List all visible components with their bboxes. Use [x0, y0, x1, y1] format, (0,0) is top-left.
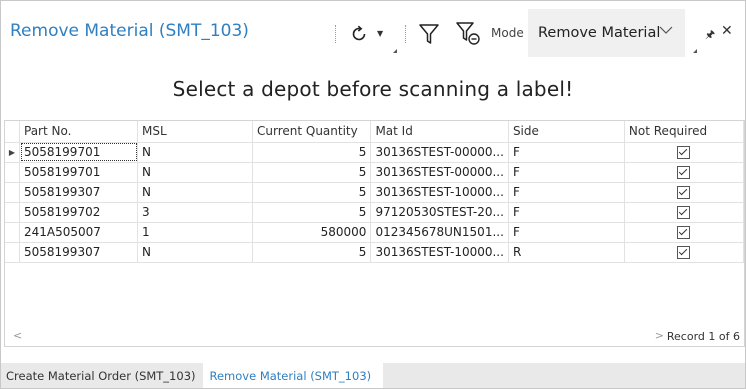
table-row[interactable]: 241A505007 1 580000 012345678UN1501... F: [5, 222, 744, 243]
cell-msl[interactable]: N: [137, 142, 253, 163]
toolbar-separator: [405, 25, 408, 43]
scroll-left-arrow[interactable]: <: [13, 329, 22, 342]
cell-msl[interactable]: N: [137, 162, 253, 183]
cell-side[interactable]: F: [508, 182, 625, 203]
cell-current-quantity[interactable]: 5: [252, 202, 372, 223]
cell-mat-id[interactable]: 30136STEST-10000...: [370, 182, 509, 203]
refresh-dropdown-caret[interactable]: ▼: [377, 29, 383, 38]
current-row-indicator: ▶: [5, 142, 20, 163]
chevron-down-icon: [659, 26, 673, 34]
cell-part-no[interactable]: 5058199702: [19, 202, 139, 223]
cell-part-no[interactable]: 5058199701: [19, 142, 139, 163]
table-row[interactable]: 5058199702 3 5 97120530STEST-20... F: [5, 202, 744, 223]
cell-side[interactable]: F: [508, 202, 625, 223]
filter-button[interactable]: [417, 21, 441, 47]
clear-filter-button[interactable]: [455, 21, 483, 47]
document-tabs: Create Material Order (SMT_103) Remove M…: [1, 363, 745, 388]
mode-select[interactable]: Remove Material: [528, 9, 685, 57]
cell-msl[interactable]: N: [137, 182, 253, 203]
clear-filter-icon: [456, 22, 480, 45]
pin-button[interactable]: 🖈: [705, 26, 715, 45]
cell-mat-id[interactable]: 30136STEST-10000...: [370, 242, 509, 263]
materials-grid: Part No. MSL Current Quantity Mat Id Sid…: [4, 120, 745, 347]
cell-side[interactable]: F: [508, 142, 625, 163]
not-required-checkbox[interactable]: [677, 226, 691, 239]
cell-current-quantity[interactable]: 5: [252, 142, 372, 163]
cell-part-no[interactable]: 5058199701: [19, 162, 139, 183]
not-required-checkbox[interactable]: [677, 246, 691, 259]
table-row[interactable]: ▶ 5058199701 N 5 30136STEST-00000... F: [5, 142, 744, 163]
mode-select-value: Remove Material: [538, 25, 661, 41]
refresh-icon: [352, 25, 366, 41]
cell-mat-id[interactable]: 30136STEST-00000...: [370, 162, 509, 183]
cell-current-quantity[interactable]: 580000: [252, 222, 372, 243]
column-header-not-required[interactable]: Not Required: [624, 121, 744, 143]
column-header-msl[interactable]: MSL: [137, 121, 253, 143]
cell-msl[interactable]: N: [137, 242, 253, 263]
cell-not-required[interactable]: [624, 242, 744, 263]
cell-current-quantity[interactable]: 5: [252, 242, 372, 263]
cell-side[interactable]: R: [508, 242, 625, 263]
cell-part-no[interactable]: 5058199307: [19, 242, 139, 263]
toolbar-separator: [335, 25, 338, 43]
cell-not-required[interactable]: [624, 222, 744, 243]
cell-not-required[interactable]: [624, 142, 744, 163]
tab-create-material-order[interactable]: Create Material Order (SMT_103): [1, 363, 203, 388]
record-counter: Record 1 of 6: [666, 330, 740, 343]
row-indicator: [5, 202, 20, 223]
cell-mat-id[interactable]: 30136STEST-00000...: [370, 142, 509, 163]
column-header-mat-id[interactable]: Mat Id: [370, 121, 509, 143]
refresh-corner-arrow: [393, 49, 397, 53]
table-header-row: Part No. MSL Current Quantity Mat Id Sid…: [5, 121, 744, 143]
cell-mat-id[interactable]: 97120530STEST-20...: [370, 202, 509, 223]
column-header-part-no[interactable]: Part No.: [19, 121, 139, 143]
filter-icon: [419, 24, 439, 44]
table-row[interactable]: 5058199307 N 5 30136STEST-10000... R: [5, 242, 744, 263]
scroll-right-arrow[interactable]: >: [655, 329, 664, 342]
cell-side[interactable]: F: [508, 222, 625, 243]
header-bar: Remove Material (SMT_103) ▼ Mode Remove …: [1, 1, 745, 65]
pin-icon: 🖈: [705, 28, 716, 41]
cell-current-quantity[interactable]: 5: [252, 162, 372, 183]
close-icon: ✕: [721, 23, 733, 39]
cell-not-required[interactable]: [624, 162, 744, 183]
cell-not-required[interactable]: [624, 182, 744, 203]
cell-side[interactable]: F: [508, 162, 625, 183]
row-indicator-header: [5, 121, 20, 143]
row-indicator: [5, 242, 20, 263]
row-indicator: [5, 162, 20, 183]
page-title: Remove Material (SMT_103): [10, 21, 249, 41]
mode-label: Mode: [491, 26, 524, 40]
refresh-button[interactable]: [347, 21, 371, 47]
close-button[interactable]: ✕: [721, 23, 733, 39]
cell-not-required[interactable]: [624, 202, 744, 223]
mode-corner-arrow: [693, 49, 697, 53]
status-message: Select a depot before scanning a label!: [172, 77, 574, 101]
tab-remove-material[interactable]: Remove Material (SMT_103): [202, 363, 384, 388]
not-required-checkbox[interactable]: [677, 186, 691, 199]
cell-part-no[interactable]: 5058199307: [19, 182, 139, 203]
remove-material-window: Remove Material (SMT_103) ▼ Mode Remove …: [0, 0, 746, 389]
cell-mat-id[interactable]: 012345678UN1501...: [370, 222, 509, 243]
cell-msl[interactable]: 3: [137, 202, 253, 223]
materials-table: Part No. MSL Current Quantity Mat Id Sid…: [5, 121, 744, 263]
row-indicator: [5, 222, 20, 243]
cell-current-quantity[interactable]: 5: [252, 182, 372, 203]
not-required-checkbox[interactable]: [677, 146, 691, 159]
column-header-current-quantity[interactable]: Current Quantity: [252, 121, 372, 143]
cell-msl[interactable]: 1: [137, 222, 253, 243]
table-row[interactable]: 5058199701 N 5 30136STEST-00000... F: [5, 162, 744, 183]
row-indicator: [5, 182, 20, 203]
table-row[interactable]: 5058199307 N 5 30136STEST-10000... F: [5, 182, 744, 203]
cell-part-no[interactable]: 241A505007: [19, 222, 139, 243]
column-header-side[interactable]: Side: [508, 121, 625, 143]
not-required-checkbox[interactable]: [677, 206, 691, 219]
not-required-checkbox[interactable]: [677, 166, 691, 179]
